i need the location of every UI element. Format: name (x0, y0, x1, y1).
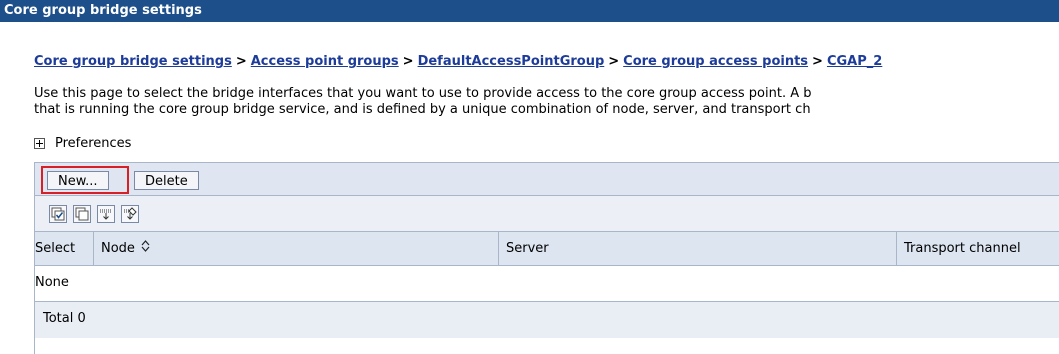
table-total-row: Total 0 (35, 302, 1059, 338)
preferences-label[interactable]: Preferences (55, 136, 131, 151)
breadcrumb-separator: > (235, 54, 247, 69)
table-row-empty: None (35, 266, 1059, 302)
window-title: Core group bridge settings (0, 0, 1059, 22)
clear-filter-icon[interactable] (121, 205, 139, 223)
button-bar: New... Delete (35, 162, 1059, 196)
sort-toggle-icon[interactable] (141, 232, 150, 266)
show-filter-icon[interactable] (97, 205, 115, 223)
page-description: Use this page to select the bridge inter… (34, 86, 1059, 118)
total-count: Total 0 (43, 311, 86, 326)
breadcrumb-separator: > (812, 54, 823, 69)
breadcrumb-access-point-groups[interactable]: Access point groups (251, 54, 399, 69)
deselect-all-icon[interactable] (73, 205, 91, 223)
column-divider (498, 232, 499, 265)
column-transport-channel[interactable]: Transport channel (904, 232, 1021, 265)
table-header: Select Node Server Transport channel (35, 232, 1059, 266)
select-all-icon[interactable] (49, 205, 67, 223)
column-server[interactable]: Server (506, 232, 549, 265)
column-select: Select (35, 241, 76, 256)
delete-button[interactable]: Delete (134, 171, 199, 190)
breadcrumb-core-group-access-points[interactable]: Core group access points (623, 54, 808, 69)
column-node-label[interactable]: Node (101, 241, 135, 256)
column-node[interactable]: Node (101, 232, 150, 265)
breadcrumb-default-access-point-group[interactable]: DefaultAccessPointGroup (418, 54, 605, 69)
column-divider (896, 232, 897, 265)
expand-plus-icon[interactable] (34, 138, 45, 149)
empty-text: None (35, 275, 69, 290)
icon-toolbar (35, 196, 1059, 232)
new-button[interactable]: New... (47, 171, 109, 190)
breadcrumb-cgap-2[interactable]: CGAP_2 (827, 54, 882, 69)
breadcrumb-separator: > (608, 54, 620, 69)
description-line-1: Use this page to select the bridge inter… (34, 86, 812, 101)
collection-table: New... Delete Select Node Server Transpo… (34, 162, 1059, 354)
preferences-toggle[interactable]: Preferences (34, 136, 131, 151)
breadcrumb-separator: > (402, 54, 414, 69)
column-divider (93, 232, 94, 265)
breadcrumb-core-group-bridge-settings[interactable]: Core group bridge settings (34, 54, 232, 69)
description-line-2: that is running the core group bridge se… (34, 102, 811, 117)
breadcrumb: Core group bridge settings > Access point … (34, 54, 882, 69)
